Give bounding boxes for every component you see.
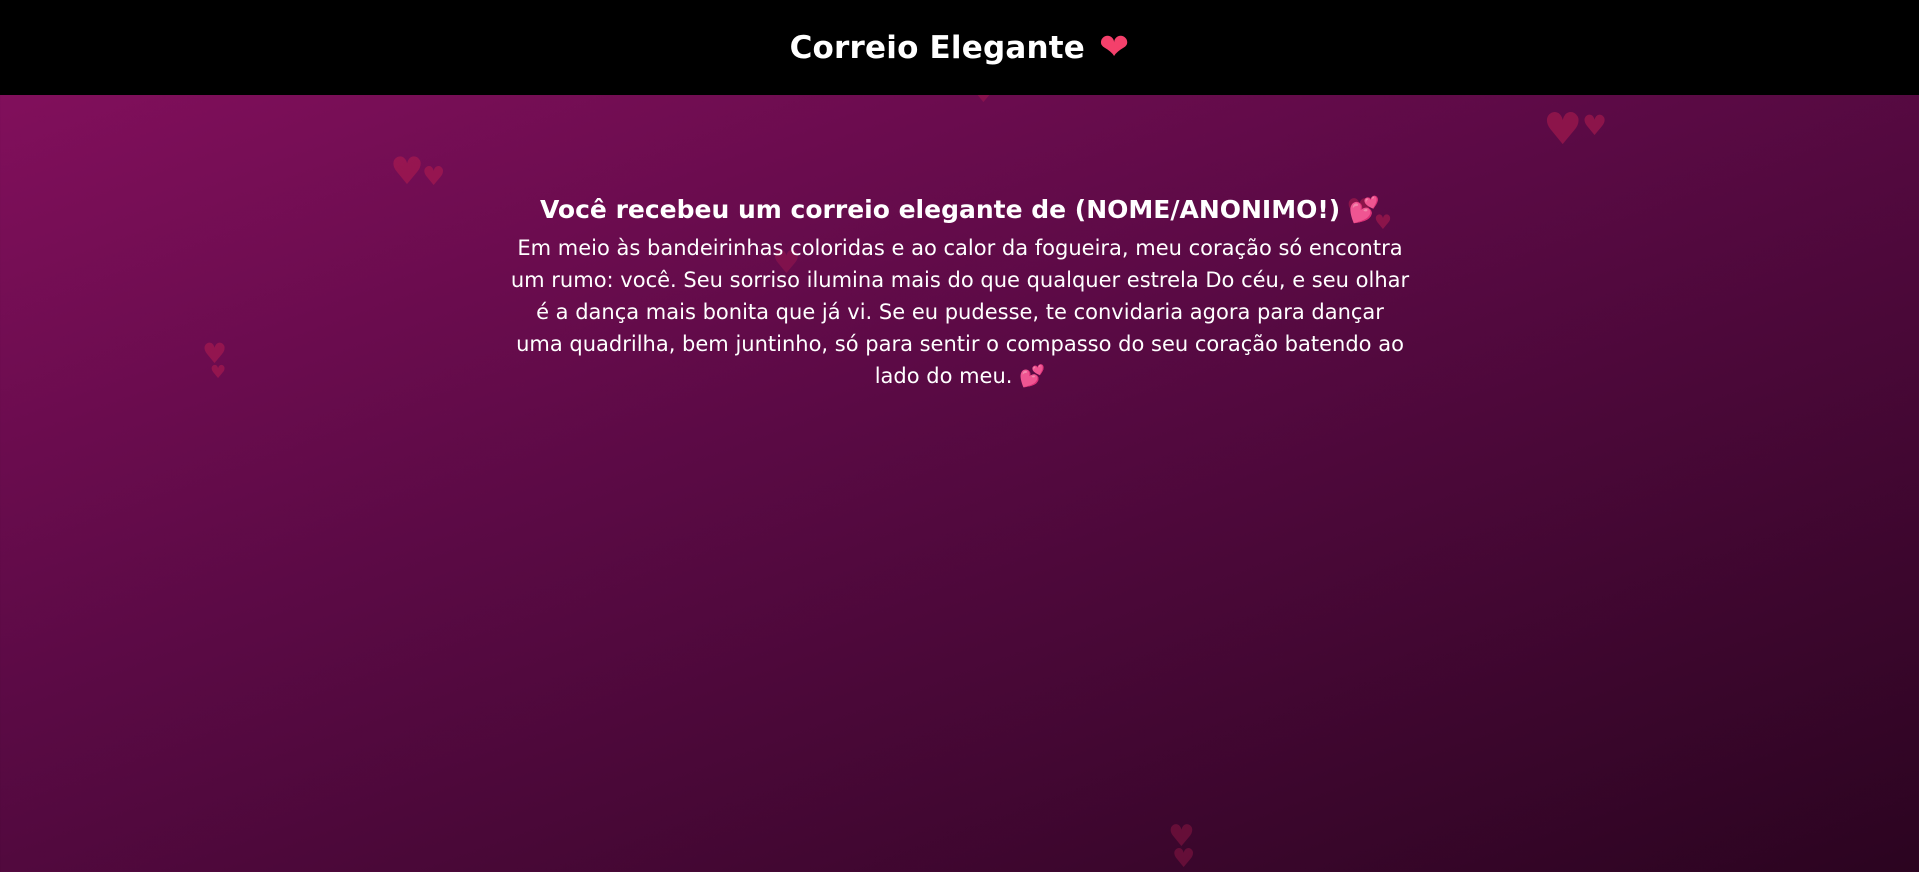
heart-icon: ❤	[1099, 26, 1130, 68]
message-body: Em meio às bandeirinhas coloridas e ao c…	[510, 232, 1410, 392]
app-header: Correio Elegante ❤	[0, 0, 1919, 95]
message-title: Você recebeu um correio elegante de (NOM…	[510, 194, 1410, 226]
floating-heart-icon: ♥	[1543, 104, 1583, 155]
two-hearts-icon: 💕	[1019, 364, 1046, 388]
floating-heart-icon: ♥	[210, 362, 227, 383]
floating-heart-icon: ♥	[202, 337, 228, 370]
message-body-text: Em meio às bandeirinhas coloridas e ao c…	[510, 236, 1410, 388]
floating-heart-icon: ♥	[422, 162, 446, 192]
floating-heart-icon: ♥	[390, 149, 425, 193]
message-title-text: Você recebeu um correio elegante de (NOM…	[539, 195, 1341, 224]
floating-heart-icon: ♥	[1582, 109, 1608, 142]
floating-heart-icon: ♥	[1172, 844, 1196, 872]
app-title: Correio Elegante	[789, 29, 1086, 66]
two-hearts-icon: 💕	[1348, 195, 1381, 224]
floating-heart-icon: ♥	[1168, 819, 1195, 854]
brand: Correio Elegante ❤	[789, 26, 1130, 68]
message-card: Você recebeu um correio elegante de (NOM…	[510, 194, 1410, 392]
